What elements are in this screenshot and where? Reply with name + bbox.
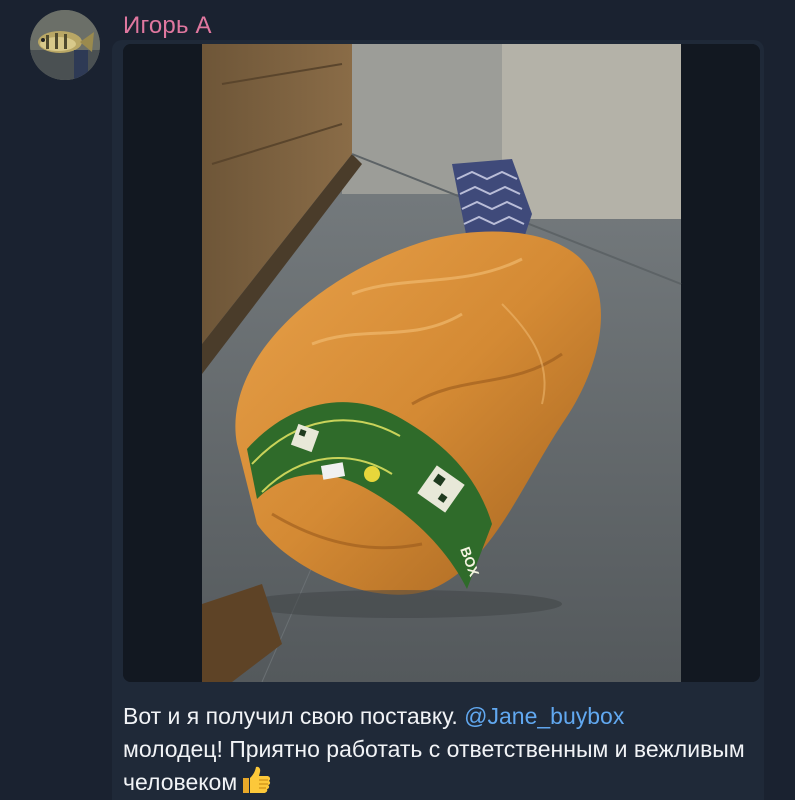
message-text-intro: Вот и я получил свою поставку. — [123, 703, 465, 729]
avatar[interactable] — [30, 10, 100, 80]
avatar-fish-photo — [30, 10, 100, 80]
message-text-body: молодец! Приятно работать с ответственны… — [123, 736, 745, 795]
message-text: Вот и я получил свою поставку. @Jane_buy… — [123, 700, 763, 800]
message-photo[interactable]: BOX — [123, 44, 760, 682]
parcel-photo: BOX — [123, 44, 760, 682]
mention-link[interactable]: @Jane_buybox — [464, 703, 624, 729]
chat-view: Игорь А BOX Вот и я получил свою поставк… — [0, 0, 795, 800]
sender-name[interactable]: Игорь А — [123, 12, 212, 40]
thumbs-up-icon — [241, 766, 271, 800]
